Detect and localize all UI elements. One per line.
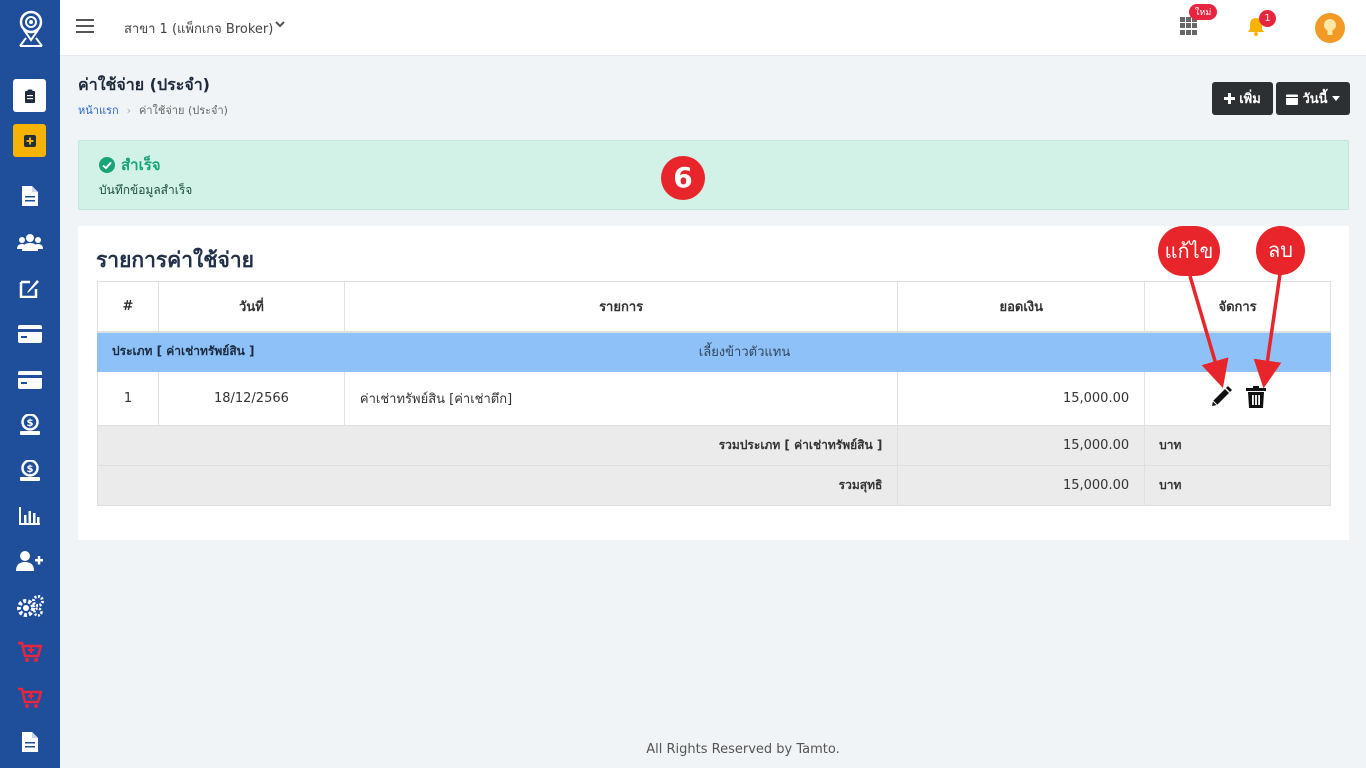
column-header-no: # [97, 281, 159, 333]
credit-card-icon [18, 325, 42, 343]
caret-down-icon [1331, 95, 1340, 101]
new-badge: ใหม่ [1189, 4, 1218, 20]
user-plus-icon [16, 551, 43, 571]
location-logo-icon[interactable] [17, 10, 45, 48]
pencil-icon[interactable] [1210, 386, 1232, 408]
column-header-amount: ยอดเงิน [897, 281, 1146, 333]
table-header-row: # วันที่ รายการ ยอดเงิน จัดการ [97, 281, 1331, 333]
footer: All Rights Reserved by Tamto. [646, 742, 840, 757]
today-dropdown-button[interactable]: วันนี้ [1276, 82, 1350, 115]
trash-icon[interactable] [1246, 386, 1266, 408]
sidebar-money-item-2[interactable]: $ [15, 458, 45, 484]
subtotal-row: รวมประเภท [ ค่าเช่าทรัพย์สิน ] 15,000.00… [96, 425, 1331, 466]
users-icon [17, 234, 43, 251]
sidebar-cart-item-2[interactable] [15, 685, 45, 711]
add-button-label: เพิ่ม [1239, 92, 1261, 107]
breadcrumb-current: ค่าใช้จ่าย (ประจำ) [139, 104, 228, 117]
category-spacer [1144, 331, 1331, 372]
delete-callout: ลบ [1256, 226, 1305, 275]
subtotal-unit: บาท [1144, 425, 1331, 466]
total-unit: บาท [1144, 465, 1331, 506]
row-number: 1 [97, 371, 159, 426]
sidebar-report-item[interactable] [15, 503, 45, 529]
sidebar-money-item-1[interactable]: $ [15, 412, 45, 438]
subtotal-label: รวมประเภท [ ค่าเช่าทรัพย์สิน ] [96, 425, 899, 466]
plus-icon [1224, 93, 1236, 104]
lightbulb-icon [1324, 19, 1336, 35]
sidebar-document-item[interactable] [15, 183, 45, 209]
menu-toggle-icon[interactable] [76, 19, 94, 33]
sidebar-settings-item[interactable] [15, 593, 45, 619]
avatar[interactable] [1315, 13, 1345, 43]
plus-square-icon [23, 134, 36, 147]
row-date: 18/12/2566 [157, 371, 345, 426]
sidebar: $ $ [0, 0, 60, 768]
bar-chart-icon [19, 507, 40, 525]
clipboard-icon [24, 89, 35, 103]
chevron-down-icon[interactable] [274, 18, 286, 30]
topbar: สาขา 1 (แพ็กเกจ Broker) ใหม่ 1 [60, 0, 1366, 56]
edit-callout: แก้ไข [1158, 226, 1220, 276]
sidebar-users-item[interactable] [15, 229, 45, 255]
category-row: ประเภท [ ค่าเช่าทรัพย์สิน ] เลี้ยงข้าวตั… [97, 331, 1331, 372]
breadcrumb: หน้าแรก › ค่าใช้จ่าย (ประจำ) [78, 101, 228, 119]
category-note: เลี้ยงข้าวตัวแทน [343, 331, 1146, 372]
category-label: ประเภท [ ค่าเช่าทรัพย์สิน ] [97, 331, 345, 372]
add-button[interactable]: เพิ่ม [1212, 82, 1273, 115]
coin-hand-icon: $ [20, 414, 40, 435]
page-title: ค่าใช้จ่าย (ประจำ) [78, 75, 210, 94]
today-button-label: วันนี้ [1302, 92, 1328, 107]
column-header-actions: จัดการ [1144, 281, 1331, 333]
total-label: รวมสุทธิ [96, 465, 899, 506]
sidebar-card-item-1[interactable] [15, 321, 45, 347]
table-row: 1 18/12/2566 ค่าเช่าทรัพย์สิน [ค่าเช่าตึ… [97, 371, 1331, 426]
breadcrumb-home-link[interactable]: หน้าแรก [78, 104, 119, 117]
row-amount: 15,000.00 [897, 371, 1146, 426]
check-circle-icon [99, 157, 115, 173]
sidebar-card-item-2[interactable] [15, 367, 45, 393]
sidebar-cart-item-1[interactable] [15, 639, 45, 665]
total-amount: 15,000.00 [897, 465, 1146, 506]
cart-plus-icon [18, 687, 42, 708]
calendar-icon [1286, 94, 1299, 105]
sidebar-edit-item[interactable] [15, 275, 45, 301]
row-actions [1144, 371, 1331, 426]
cart-plus-icon [18, 641, 42, 662]
row-item: ค่าเช่าทรัพย์สิน [ค่าเช่าตึก] [343, 371, 899, 426]
step-number-badge: 6 [661, 156, 705, 200]
alert-title-text: สำเร็จ [121, 156, 161, 174]
success-alert: สำเร็จ บันทึกข้อมูลสำเร็จ [78, 140, 1349, 210]
total-row: รวมสุทธิ 15,000.00 บาท [96, 465, 1331, 506]
alert-title: สำเร็จ [99, 153, 161, 177]
svg-text:$: $ [27, 418, 34, 429]
subtotal-amount: 15,000.00 [897, 425, 1146, 466]
column-header-date: วันที่ [157, 281, 345, 333]
breadcrumb-separator-icon: › [126, 104, 132, 117]
sidebar-add-user-item[interactable] [15, 548, 45, 574]
edit-square-icon [19, 280, 39, 298]
coin-hand-icon: $ [20, 460, 40, 481]
notification-count-badge: 1 [1259, 10, 1276, 27]
card-title: รายการค่าใช้จ่าย [96, 248, 254, 272]
svg-text:$: $ [27, 464, 34, 475]
column-header-item: รายการ [343, 281, 899, 333]
sidebar-clipboard-button[interactable] [13, 79, 46, 112]
alert-message: บันทึกข้อมูลสำเร็จ [99, 183, 193, 197]
branch-selector[interactable]: สาขา 1 (แพ็กเกจ Broker) [124, 18, 273, 39]
expense-table: # วันที่ รายการ ยอดเงิน จัดการ ประเภท [ … [96, 281, 1331, 506]
sidebar-add-button[interactable] [13, 124, 46, 157]
gears-icon [17, 595, 44, 617]
credit-card-icon [18, 371, 42, 389]
file-icon [22, 186, 38, 206]
